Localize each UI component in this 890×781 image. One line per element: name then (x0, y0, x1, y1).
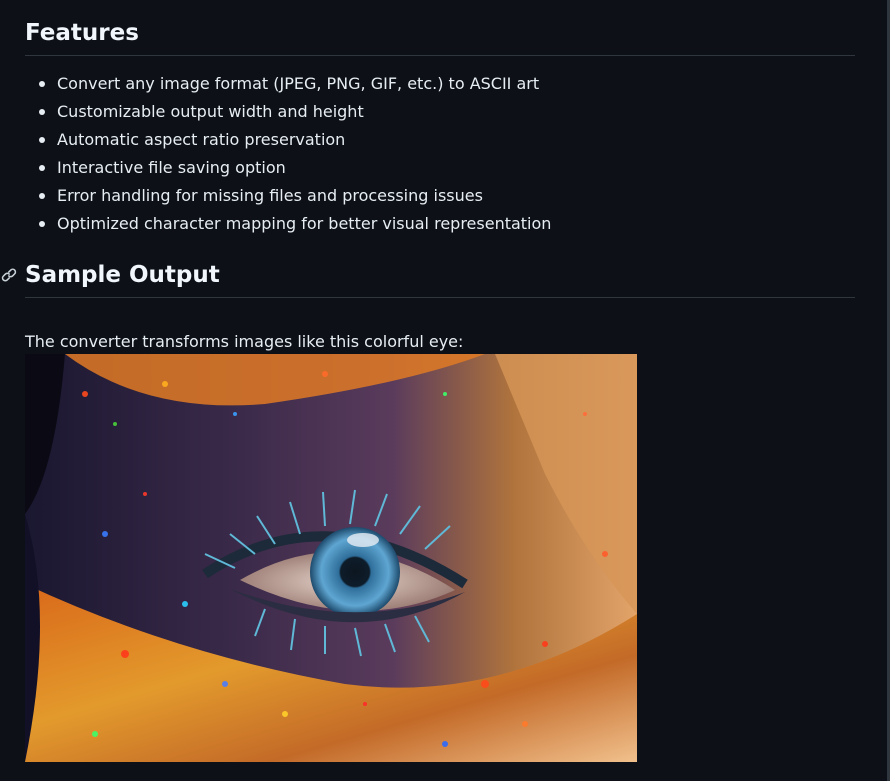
features-list: Convert any image format (JPEG, PNG, GIF… (25, 70, 551, 238)
heading-divider (25, 297, 855, 298)
colorful-eye-image[interactable] (25, 354, 637, 762)
list-item: Interactive file saving option (39, 154, 551, 182)
bullet-icon (39, 109, 45, 115)
eye-illustration (25, 354, 637, 762)
list-item: Automatic aspect ratio preservation (39, 126, 551, 154)
bullet-icon (39, 193, 45, 199)
features-heading: Features (25, 20, 139, 46)
list-item: Error handling for missing files and pro… (39, 182, 551, 210)
link-icon[interactable] (0, 266, 18, 284)
sample-output-heading: Sample Output (25, 262, 220, 288)
list-item: Convert any image format (JPEG, PNG, GIF… (39, 70, 551, 98)
bullet-icon (39, 137, 45, 143)
heading-divider (25, 55, 855, 56)
sample-intro-text: The converter transforms images like thi… (25, 332, 464, 351)
bullet-icon (39, 81, 45, 87)
list-item: Customizable output width and height (39, 98, 551, 126)
bullet-icon (39, 165, 45, 171)
bullet-icon (39, 221, 45, 227)
list-item: Optimized character mapping for better v… (39, 210, 551, 238)
